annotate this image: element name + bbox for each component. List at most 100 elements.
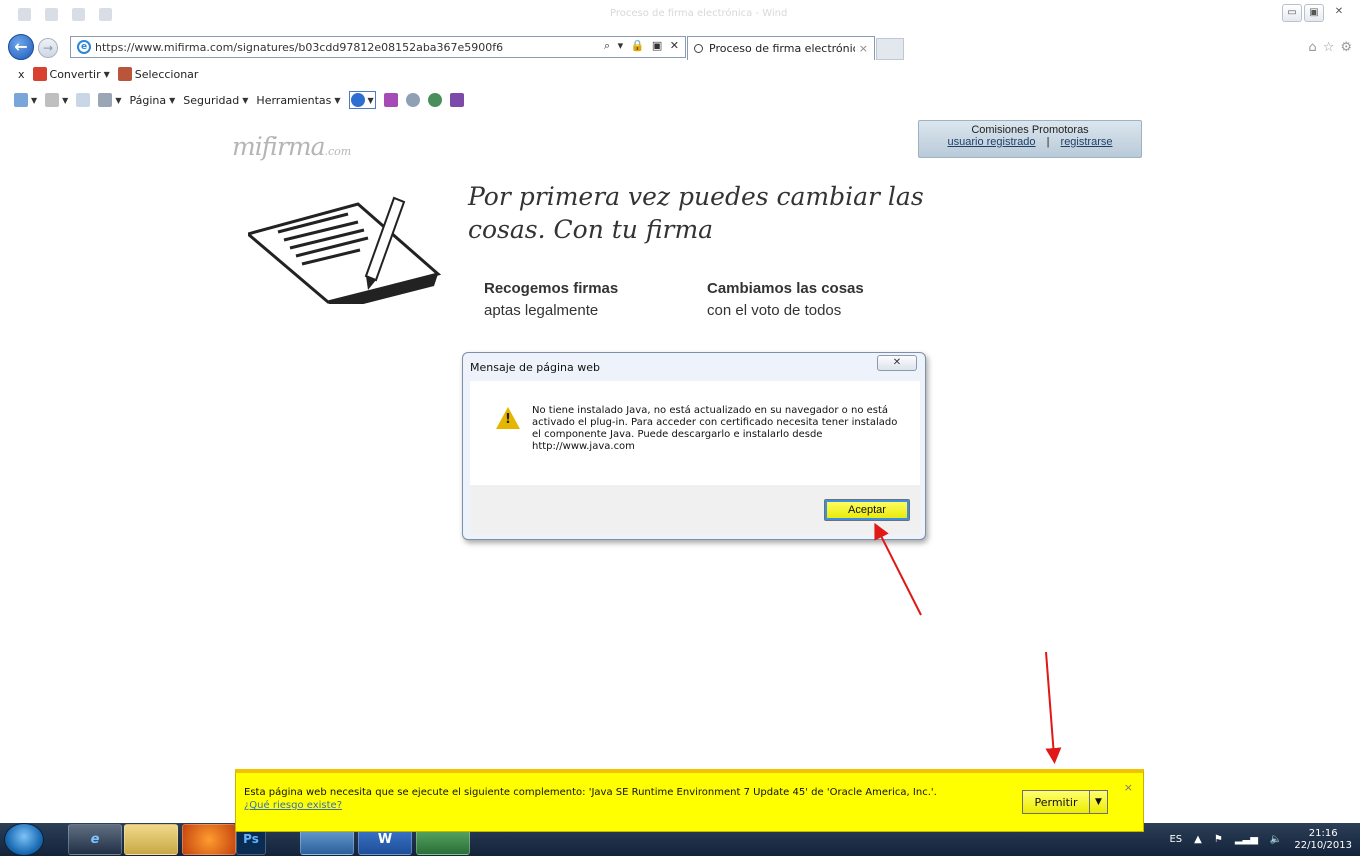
chevron-down-icon: ▼ — [62, 95, 69, 105]
quick-access-icons — [18, 8, 112, 21]
window-title-bar: Proceso de firma electrónica - Wind ▭ ▣ … — [0, 0, 1360, 30]
registered-user-link[interactable]: usuario registrado — [947, 136, 1035, 148]
onenote-icon[interactable] — [383, 93, 398, 107]
pdf-convert-icon — [32, 67, 47, 81]
dialog-close-button[interactable]: ✕ — [877, 355, 917, 371]
chevron-down-icon: ▼ — [367, 95, 374, 105]
chevron-down-icon: ▼ — [103, 69, 110, 79]
logo-text: mifirma — [232, 132, 326, 161]
page-menu[interactable]: Página ▼ — [129, 94, 175, 107]
navigation-bar: ← → e https://www.mifirma.com/signatures… — [0, 32, 1360, 60]
language-indicator[interactable]: ES — [1169, 834, 1182, 845]
maximize-button[interactable]: ▣ — [1304, 4, 1324, 22]
window-controls: ▭ ▣ ✕ — [1282, 4, 1352, 22]
headline: Por primera vez puedes cambiar las cosas… — [468, 182, 924, 244]
onenote-linked-icon[interactable] — [449, 93, 464, 107]
notification-close-icon[interactable]: × — [1124, 781, 1133, 794]
promo-separator: | — [1046, 136, 1050, 148]
home-icon — [14, 93, 28, 107]
feature-collect-title: Recogemos firmas — [484, 280, 619, 297]
home-icon[interactable]: ⌂ — [1308, 40, 1316, 55]
close-window-button[interactable]: ✕ — [1326, 4, 1352, 22]
address-url[interactable]: https://www.mifirma.com/signatures/b03cd… — [95, 41, 515, 54]
flag-icon[interactable]: ⚑ — [1214, 834, 1223, 845]
convert-button[interactable]: Convertir ▼ — [32, 67, 110, 81]
dialog-message: No tiene instalado Java, no está actuali… — [532, 405, 898, 452]
print-icon — [98, 93, 113, 107]
start-button[interactable] — [4, 823, 44, 856]
chevron-down-icon: ▼ — [31, 95, 38, 105]
tab-close-icon[interactable]: × — [859, 42, 868, 55]
select-icon — [117, 67, 132, 81]
feeds-button[interactable]: ▼ — [45, 93, 68, 107]
help-button[interactable]: ▼ — [348, 91, 376, 109]
taskbar-ie[interactable]: e — [68, 824, 122, 855]
mail-button[interactable] — [76, 93, 91, 107]
feature-collect: Recogemos firmas aptas legalmente — [484, 278, 618, 322]
security-menu[interactable]: Seguridad ▼ — [183, 94, 248, 107]
print-button[interactable]: ▼ — [98, 93, 121, 107]
chevron-down-icon: ▼ — [115, 95, 122, 105]
dialog-title: Mensaje de página web — [470, 361, 600, 374]
window-title: Proceso de firma electrónica - Wind — [610, 8, 788, 19]
feature-collect-text: aptas legalmente — [484, 302, 599, 319]
mail-icon — [76, 93, 91, 107]
save-icon[interactable] — [45, 8, 58, 21]
addon-notification-bar: Esta página web necesita que se ejecute … — [235, 769, 1144, 832]
show-hidden-icons[interactable]: ▲ — [1194, 834, 1202, 845]
eye-icon[interactable] — [427, 93, 442, 107]
forward-button[interactable]: → — [38, 38, 58, 58]
back-button[interactable]: ← — [8, 34, 34, 60]
tab-firma[interactable]: Proceso de firma electrónic... × — [687, 36, 875, 60]
favorites-star-icon[interactable]: ☆ — [1323, 40, 1335, 55]
clock-date: 22/10/2013 — [1294, 839, 1352, 851]
gear-icon[interactable]: ⚙ — [1340, 40, 1352, 55]
webpage-message-dialog: Mensaje de página web ✕ ! No tiene insta… — [462, 352, 926, 540]
address-controls[interactable]: ⌕ ▾ 🔒 ▣ ✕ — [604, 39, 681, 53]
home-button[interactable]: ▼ — [14, 93, 37, 107]
dialog-body: ! No tiene instalado Java, no está actua… — [470, 381, 920, 485]
accept-button[interactable]: Aceptar — [824, 499, 910, 521]
risk-link[interactable]: ¿Qué riesgo existe? — [244, 800, 342, 811]
allow-button[interactable]: Permitir ▼ — [1022, 790, 1108, 814]
command-bar-1: x Convertir ▼ Seleccionar — [0, 64, 1360, 84]
signing-paper-illustration — [248, 196, 442, 304]
command-bar-2: ▼ ▼ ▼ Página ▼ Seguridad ▼ Herramientas … — [0, 89, 1360, 111]
feature-change-title: Cambiamos las cosas — [707, 280, 864, 297]
page-menu-label: Página — [129, 93, 167, 107]
chevron-down-icon: ▼ — [242, 95, 249, 105]
settings-icon[interactable] — [405, 93, 420, 107]
redo-icon[interactable] — [99, 8, 112, 21]
select-label: Seleccionar — [134, 67, 199, 81]
undo-icon[interactable] — [72, 8, 85, 21]
notification-message: Esta página web necesita que se ejecute … — [244, 787, 937, 798]
warning-icon: ! — [496, 407, 520, 429]
promo-box: Comisiones Promotoras usuario registrado… — [918, 120, 1142, 158]
volume-icon[interactable]: 🔈 — [1270, 834, 1282, 845]
browser-icons: ⌂ ☆ ⚙ — [1308, 40, 1352, 55]
rss-icon — [45, 93, 60, 107]
allow-dropdown-icon[interactable]: ▼ — [1089, 791, 1107, 813]
new-tab-button[interactable] — [876, 38, 904, 60]
tools-menu[interactable]: Herramientas ▼ — [256, 94, 340, 107]
promo-title: Comisiones Promotoras — [971, 124, 1089, 136]
close-toolbar-button[interactable]: x — [18, 68, 25, 81]
ie-page-icon: e — [77, 40, 91, 54]
select-button[interactable]: Seleccionar — [117, 67, 199, 81]
dialog-footer: Aceptar — [470, 485, 920, 535]
tab-label: Proceso de firma electrónic... — [709, 42, 855, 55]
taskbar-explorer[interactable] — [124, 824, 178, 855]
tools-menu-label: Herramientas — [256, 93, 332, 107]
loading-icon — [694, 44, 703, 53]
site-logo[interactable]: mifirma.com — [232, 132, 351, 161]
register-link[interactable]: registrarse — [1061, 136, 1113, 148]
app-icon — [18, 8, 31, 21]
clock[interactable]: 21:16 22/10/2013 — [1294, 828, 1352, 852]
taskbar-firefox[interactable] — [182, 824, 236, 855]
logo-suffix: .com — [324, 145, 352, 158]
network-icon[interactable]: ▂▃▅ — [1235, 834, 1258, 845]
address-bar[interactable]: e https://www.mifirma.com/signatures/b03… — [70, 36, 686, 58]
chevron-down-icon: ▼ — [169, 95, 176, 105]
minimize-button[interactable]: ▭ — [1282, 4, 1302, 22]
convert-label: Convertir — [49, 67, 101, 81]
